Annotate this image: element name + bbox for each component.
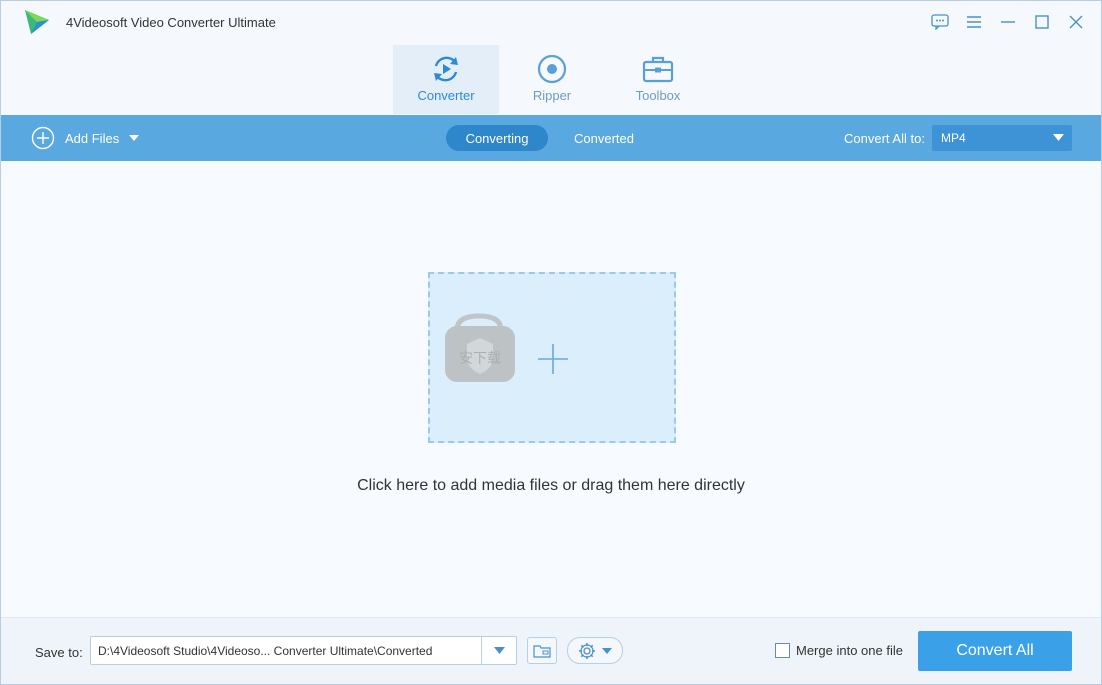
bottom-bar: Save to: D:\4Videosoft Studio\4Videoso..…: [1, 617, 1101, 684]
title-bar: 4Videosoft Video Converter Ultimate Conv…: [1, 1, 1101, 114]
merge-checkbox-box[interactable]: [775, 643, 790, 658]
save-path-field[interactable]: D:\4Videosoft Studio\4Videoso... Convert…: [90, 636, 517, 665]
app-window: 4Videosoft Video Converter Ultimate Conv…: [0, 0, 1102, 685]
sub-tabs: Converting Converted: [446, 125, 654, 151]
save-to-label: Save to:: [35, 645, 83, 660]
tab-converter-label: Converter: [417, 88, 475, 103]
chevron-down-icon[interactable]: [129, 135, 140, 141]
menu-icon[interactable]: [963, 11, 985, 33]
merge-label: Merge into one file: [796, 643, 903, 658]
tab-ripper-label: Ripper: [532, 88, 572, 103]
tab-converted[interactable]: Converted: [554, 125, 654, 151]
svg-text:安下载: 安下载: [459, 351, 501, 367]
gear-icon: [579, 642, 595, 659]
content-area: 安下载 Click here to add media files or dra…: [1, 161, 1101, 617]
chevron-down-icon: [1053, 134, 1064, 141]
window-controls: [929, 11, 1087, 33]
toolbox-icon: [641, 53, 675, 85]
minimize-icon[interactable]: [997, 11, 1019, 33]
convert-all-button[interactable]: Convert All: [918, 631, 1072, 671]
maximize-icon[interactable]: [1031, 11, 1053, 33]
close-icon[interactable]: [1065, 11, 1087, 33]
merge-checkbox[interactable]: Merge into one file: [775, 643, 903, 658]
convert-all-to-label: Convert All to:: [844, 131, 925, 146]
app-logo-icon: [25, 10, 49, 34]
settings-button[interactable]: [567, 637, 623, 664]
folder-icon: [533, 644, 551, 658]
format-select[interactable]: MP4: [932, 125, 1072, 151]
tab-converting[interactable]: Converting: [446, 125, 548, 151]
app-title: 4Videosoft Video Converter Ultimate: [66, 15, 276, 30]
save-path-value: D:\4Videosoft Studio\4Videoso... Convert…: [98, 644, 433, 658]
watermark-logo: 安下载: [445, 313, 515, 382]
add-files-button[interactable]: Add Files: [31, 126, 140, 150]
save-path-dropdown[interactable]: [481, 637, 516, 664]
toolbar: Add Files Converting Converted Convert A…: [1, 115, 1101, 161]
tab-converter[interactable]: Converter: [393, 45, 499, 114]
open-folder-button[interactable]: [527, 637, 557, 664]
add-files-label: Add Files: [65, 130, 120, 146]
ripper-icon: [535, 53, 569, 85]
drop-instruction: Click here to add media files or drag th…: [357, 477, 745, 494]
format-value: MP4: [941, 131, 966, 145]
converter-icon: [429, 53, 463, 85]
feedback-icon[interactable]: [929, 11, 951, 33]
tab-toolbox[interactable]: Toolbox: [605, 45, 711, 114]
add-icon: [31, 126, 55, 150]
tab-ripper[interactable]: Ripper: [499, 45, 605, 114]
tab-toolbox-label: Toolbox: [635, 88, 681, 103]
chevron-down-icon: [493, 647, 505, 654]
main-tabs: Converter Ripper Toolbox: [393, 45, 711, 114]
chevron-down-icon: [602, 647, 612, 654]
